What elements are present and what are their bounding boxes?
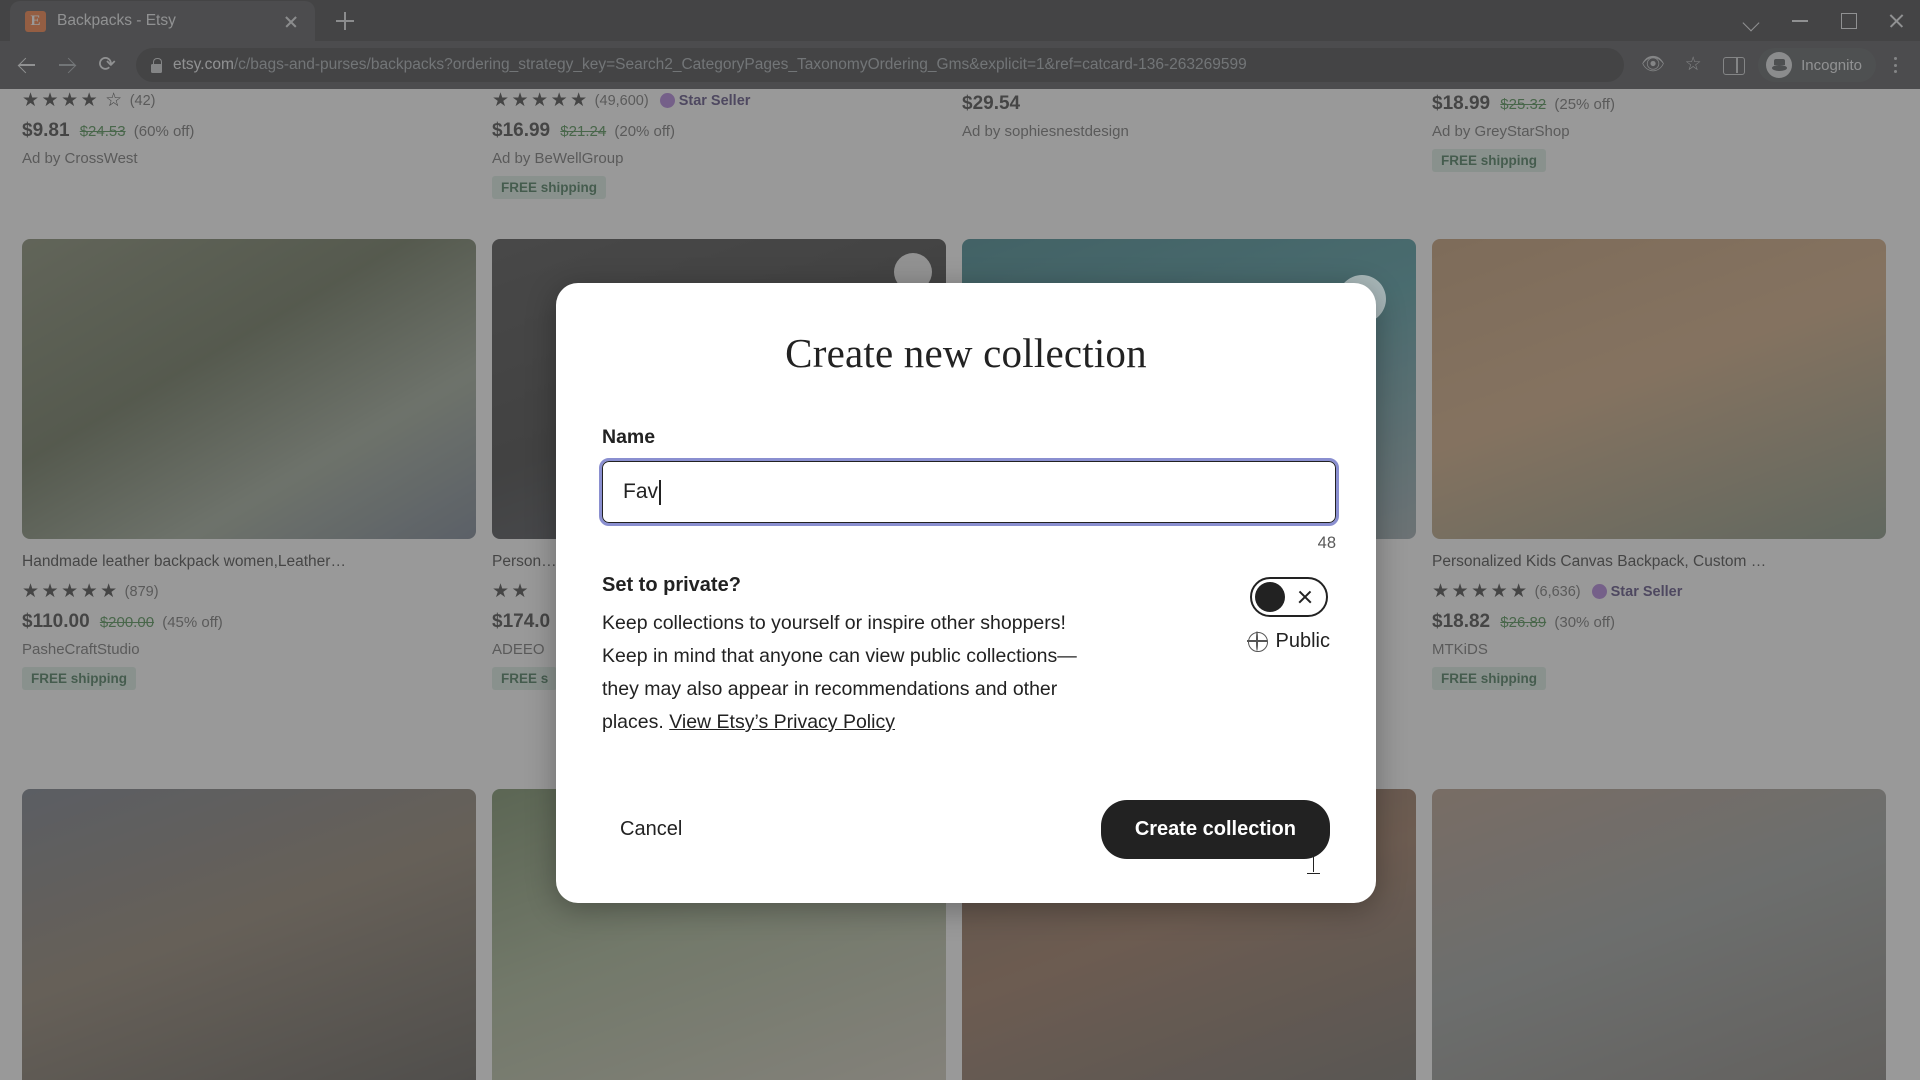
privacy-line-4-prefix: places. — [602, 711, 670, 733]
privacy-copy: Set to private? Keep collections to your… — [602, 574, 1132, 739]
name-field-label: Name — [602, 426, 656, 448]
dialog-title: Create new collection — [785, 330, 1147, 376]
privacy-question: Set to private? — [602, 574, 741, 596]
privacy-line-2: Keep in mind that anyone can view public… — [602, 645, 1077, 667]
name-input-value: Fav — [623, 480, 659, 503]
text-caret — [659, 479, 661, 505]
visibility-status: Public — [1246, 630, 1330, 653]
visibility-control: Public — [1246, 574, 1330, 739]
toggle-knob — [1254, 582, 1285, 612]
browser-window: E Backpacks - Etsy ⟳ etsy.com/c/bags-and… — [0, 0, 1920, 1080]
globe-icon — [1246, 630, 1268, 652]
character-counter: 48 — [1317, 534, 1336, 552]
create-collection-button[interactable]: Create collection — [1100, 800, 1330, 859]
close-x-icon — [1297, 589, 1313, 605]
privacy-policy-link[interactable]: View Etsy’s Privacy Policy — [669, 711, 895, 733]
privacy-section: Set to private? Keep collections to your… — [602, 574, 1330, 739]
privacy-line-4: places. View Etsy’s Privacy Policy — [602, 706, 1132, 739]
privacy-line-1: Keep collections to yourself or inspire … — [602, 612, 1066, 634]
visibility-label: Public — [1275, 630, 1330, 652]
dialog-actions: Cancel Create collection — [602, 800, 1330, 859]
cancel-button[interactable]: Cancel — [602, 806, 700, 853]
private-toggle[interactable] — [1249, 577, 1328, 617]
privacy-line-3: they may also appear in recommendations … — [602, 678, 1058, 700]
collection-name-input[interactable]: Fav — [599, 458, 1339, 874]
create-collection-dialog: Create new collection Name Fav 48 Set to… — [556, 283, 1376, 903]
